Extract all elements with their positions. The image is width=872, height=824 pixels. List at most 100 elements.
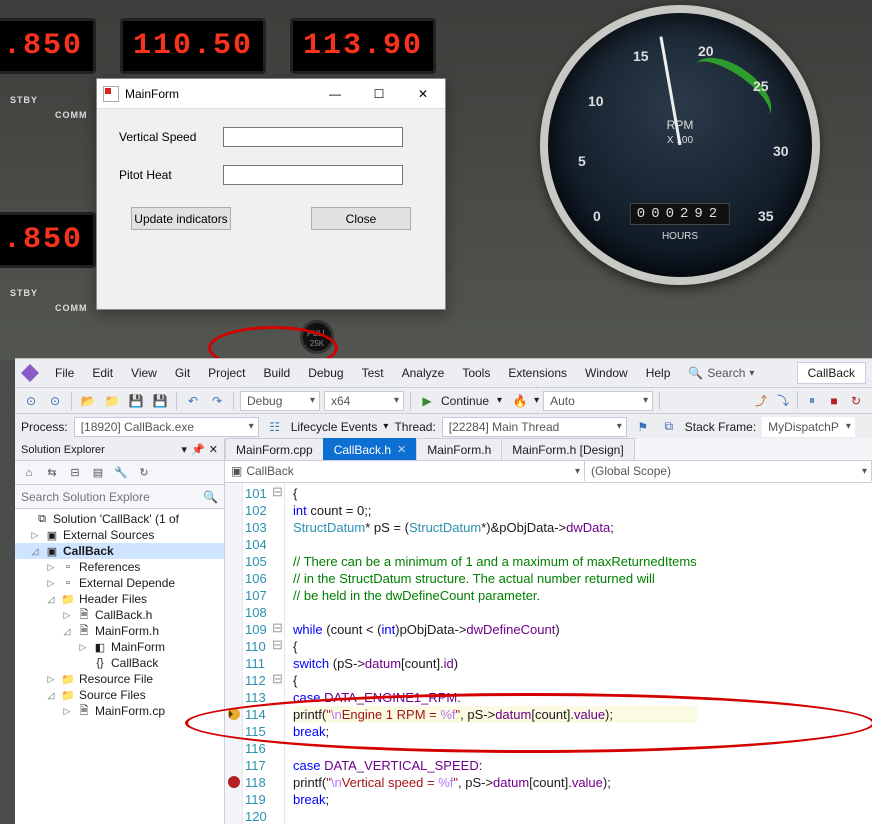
nav-back-icon[interactable]: ⊙: [21, 391, 41, 411]
menu-git[interactable]: Git: [167, 362, 198, 384]
code-line[interactable]: [293, 604, 697, 621]
continue-label[interactable]: Continue: [441, 394, 489, 408]
mainform-titlebar[interactable]: MainForm — ☐ ✕: [97, 79, 445, 109]
scope-combo[interactable]: ▣CallBack: [225, 461, 585, 481]
menu-project[interactable]: Project: [200, 362, 253, 384]
nav-fwd-icon[interactable]: ⊙: [45, 391, 65, 411]
code-line[interactable]: printf("\nEngine 1 RPM = %f", pS->datum[…: [293, 706, 697, 723]
save-icon[interactable]: 💾: [126, 391, 146, 411]
show-all-icon[interactable]: ▤: [88, 463, 108, 483]
config-combo[interactable]: Debug: [240, 391, 320, 411]
step-out-icon[interactable]: ⤴: [751, 391, 771, 411]
vs-search[interactable]: 🔍 Search ▾: [688, 366, 754, 380]
code-line[interactable]: printf("\nVertical speed = %f", pS->datu…: [293, 774, 697, 791]
threads-icon[interactable]: ⧉: [659, 417, 679, 437]
code-line[interactable]: int count = 0;;: [293, 502, 697, 519]
tree-source-files[interactable]: Source Files: [79, 688, 146, 702]
properties-icon[interactable]: 🔧: [111, 463, 131, 483]
step-over-icon[interactable]: ⤵: [773, 391, 793, 411]
menu-build[interactable]: Build: [256, 362, 299, 384]
restart-icon[interactable]: ↻: [846, 391, 866, 411]
member-combo[interactable]: (Global Scope): [585, 461, 872, 481]
tree-solution[interactable]: Solution 'CallBack' (1 of: [53, 512, 179, 526]
tree-mainform-class[interactable]: MainForm: [111, 640, 165, 654]
code-line[interactable]: [293, 740, 697, 757]
code-line[interactable]: StructDatum* pS = (StructDatum*)&pObjDat…: [293, 519, 697, 536]
menu-view[interactable]: View: [123, 362, 165, 384]
file-tab[interactable]: MainForm.h: [416, 438, 502, 460]
menu-extensions[interactable]: Extensions: [500, 362, 575, 384]
hot-reload-icon[interactable]: 🔥: [510, 391, 530, 411]
pitot-heat-input[interactable]: [223, 165, 403, 185]
file-tab[interactable]: MainForm.h [Design]: [501, 438, 634, 460]
undo-icon[interactable]: ↶: [183, 391, 203, 411]
menu-test[interactable]: Test: [354, 362, 392, 384]
collapse-icon[interactable]: ⊟: [65, 463, 85, 483]
window-minimize-button[interactable]: —: [313, 79, 357, 109]
tree-resource-files[interactable]: Resource File: [79, 672, 153, 686]
tree-mainform-cpp[interactable]: MainForm.cp: [95, 704, 165, 718]
tab-close-icon[interactable]: ✕: [397, 443, 406, 456]
thread-combo[interactable]: [22284] Main Thread: [442, 417, 627, 437]
code-line[interactable]: while (count < (int)pObjData->dwDefineCo…: [293, 621, 697, 638]
pin-icon[interactable]: 📌: [191, 443, 205, 456]
code-line[interactable]: // be held in the dwDefineCount paramete…: [293, 587, 697, 604]
search-icon[interactable]: 🔍: [203, 490, 218, 504]
menu-edit[interactable]: Edit: [84, 362, 121, 384]
auto-combo[interactable]: Auto: [543, 391, 653, 411]
menu-file[interactable]: File: [47, 362, 82, 384]
code-line[interactable]: switch (pS->datum[count].id): [293, 655, 697, 672]
menu-window[interactable]: Window: [577, 362, 636, 384]
pause-icon[interactable]: ⏸: [802, 391, 822, 411]
stop-icon[interactable]: ■: [824, 391, 844, 411]
code-line[interactable]: [293, 808, 697, 824]
solution-selector[interactable]: CallBack: [797, 362, 866, 384]
pull-knob[interactable]: PULL 25K: [300, 320, 334, 354]
tree-project[interactable]: CallBack: [63, 544, 114, 558]
sync-icon[interactable]: ⇆: [42, 463, 62, 483]
tree-references[interactable]: References: [79, 560, 140, 574]
menu-debug[interactable]: Debug: [300, 362, 351, 384]
tree-header-files[interactable]: Header Files: [79, 592, 147, 606]
solution-search-input[interactable]: [21, 490, 203, 504]
code-line[interactable]: break;: [293, 723, 697, 740]
lifecycle-label[interactable]: Lifecycle Events: [291, 420, 378, 434]
tree-mainform-h[interactable]: MainForm.h: [95, 624, 159, 638]
file-tab[interactable]: MainForm.cpp: [225, 438, 324, 460]
flag-icon[interactable]: ⚑: [633, 417, 653, 437]
menu-analyze[interactable]: Analyze: [394, 362, 453, 384]
code-line[interactable]: break;: [293, 791, 697, 808]
tree-external-deps[interactable]: External Depende: [79, 576, 175, 590]
solution-tree[interactable]: ⧉Solution 'CallBack' (1 of ▷▣External So…: [15, 509, 224, 824]
tree-callback-h[interactable]: CallBack.h: [95, 608, 152, 622]
tree-external-sources[interactable]: External Sources: [63, 528, 154, 542]
code-line[interactable]: // in the StructDatum structure. The act…: [293, 570, 697, 587]
pane-close-icon[interactable]: ✕: [209, 443, 218, 456]
window-maximize-button[interactable]: ☐: [357, 79, 401, 109]
vertical-speed-input[interactable]: [223, 127, 403, 147]
new-icon[interactable]: 📂: [78, 391, 98, 411]
breakpoint-icon[interactable]: [228, 776, 240, 788]
lifecycle-icon[interactable]: ☷: [265, 417, 285, 437]
code-line[interactable]: // There can be a minimum of 1 and a max…: [293, 553, 697, 570]
code-editor[interactable]: 1011021031041051061071081091101111121131…: [225, 483, 872, 824]
pane-dropdown-icon[interactable]: ▾: [182, 443, 188, 456]
close-button[interactable]: Close: [311, 207, 411, 230]
file-tab[interactable]: CallBack.h✕: [323, 438, 418, 460]
open-icon[interactable]: 📁: [102, 391, 122, 411]
code-line[interactable]: {: [293, 638, 697, 655]
continue-button[interactable]: ▶: [417, 391, 437, 411]
process-combo[interactable]: [18920] CallBack.exe: [74, 417, 259, 437]
menu-tools[interactable]: Tools: [454, 362, 498, 384]
home-icon[interactable]: ⌂: [19, 463, 39, 483]
stackframe-combo[interactable]: MyDispatchP: [762, 417, 855, 437]
platform-combo[interactable]: x64: [324, 391, 404, 411]
code-line[interactable]: [293, 536, 697, 553]
refresh-icon[interactable]: ↻: [134, 463, 154, 483]
tree-callback-ns[interactable]: CallBack: [111, 656, 158, 670]
code-line[interactable]: case DATA_ENGINE1_RPM:: [293, 689, 697, 706]
update-indicators-button[interactable]: Update indicators: [131, 207, 231, 230]
menu-help[interactable]: Help: [638, 362, 679, 384]
code-line[interactable]: {: [293, 485, 697, 502]
window-close-button[interactable]: ✕: [401, 79, 445, 109]
